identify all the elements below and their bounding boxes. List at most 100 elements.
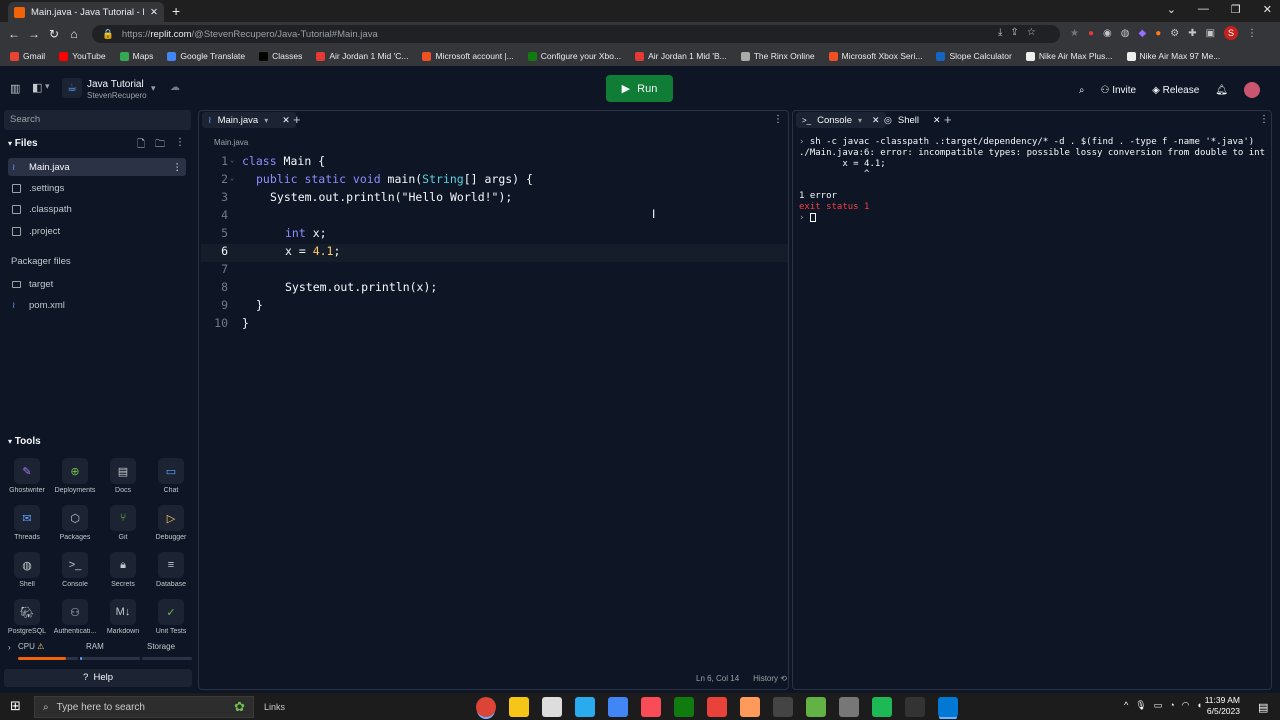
tab-chevron-icon[interactable]: ▾ [858,116,862,125]
shell-tab[interactable]: ◎ Shell ✕ [878,112,947,128]
store-icon[interactable] [542,697,562,717]
bookmark-item[interactable]: Nike Air Max 97 Me... [1126,51,1220,61]
tool-console[interactable]: >_ Console [52,552,98,588]
new-tab-button[interactable]: + [172,3,180,19]
taskbar-search-input[interactable]: ⌕ Type here to search ✿ [34,696,254,718]
pane-menu-icon[interactable]: ⋮ [773,114,783,125]
bookmark-item[interactable]: Google Translate [167,51,245,61]
bookmark-item[interactable]: Air Jordan 1 Mid 'B... [635,51,727,61]
console-prompt[interactable]: › [799,212,1265,224]
back-icon[interactable]: ← [4,27,24,41]
console-tab[interactable]: >_ Console ▾ ✕ [796,112,886,128]
xbox-icon[interactable] [674,697,694,717]
tool-git[interactable]: ⑂ Git [100,505,146,541]
reload-icon[interactable]: ↻ [44,27,64,41]
network-icon[interactable]: ◔ [1169,700,1174,711]
cursor-position[interactable]: Ln 6, Col 14 [696,674,739,683]
user-avatar[interactable] [1244,82,1260,98]
menu-dots-icon[interactable]: ⋮ [1247,28,1257,39]
app-dark-icon[interactable] [773,697,793,717]
new-folder-icon[interactable]: 🗀 [155,137,165,154]
close-tab-icon[interactable]: ✕ [150,7,158,18]
file-breadcrumb[interactable]: Main.java [214,138,248,147]
battery-icon[interactable]: ▭ [1154,700,1163,711]
windows-start-icon[interactable]: ⊞ [10,698,21,714]
profile-avatar[interactable]: S [1224,26,1239,40]
new-file-icon[interactable]: 🗋 [137,137,145,154]
fold-icon[interactable]: ⌄ [230,174,234,182]
bookmark-item[interactable]: Air Jordan 1 Mid 'C... [316,51,408,61]
tool-unit-tests[interactable]: ✓ Unit Tests [148,599,194,635]
extension-orange-icon[interactable]: ● [1155,28,1161,39]
tool-authentication[interactable]: ⚇ Authenticati... [52,599,98,635]
file-menu-icon[interactable]: ⋮ [173,162,183,173]
file-item[interactable]: .project [8,222,186,240]
maximize-icon[interactable]: ❐ [1231,3,1241,16]
app-orange-icon[interactable] [740,697,760,717]
tool-docs[interactable]: ▤ Docs [100,458,146,494]
release-button[interactable]: ◈ Release [1152,85,1199,96]
bell-icon[interactable]: 🔔︎ [1215,85,1228,96]
tool-shell[interactable]: ◍ Shell [4,552,50,588]
files-menu-icon[interactable]: ⋮ [175,137,185,154]
history-button[interactable]: History ⟲ [753,674,787,683]
extension-purple-icon[interactable]: ◆ [1138,28,1146,39]
minimize-icon[interactable]: — [1198,3,1209,16]
taskbar-clock[interactable]: 11:39 AM 6/5/2023 [1198,695,1240,717]
bookmark-item[interactable]: Nike Air Max Plus... [1025,51,1113,61]
mic-icon[interactable]: 🎙︎ [1135,700,1146,711]
file-item-main-java[interactable]: ≀ Main.java ⋮ [8,158,186,176]
tool-secrets[interactable]: 🔒︎ Secrets [100,552,146,588]
file-item[interactable]: .settings [8,179,186,197]
bookmark-item[interactable]: Classes [259,51,302,61]
browser-tab[interactable]: Main.java - Java Tutorial - Replit ✕ [8,2,164,22]
logo-menu-chevron-icon[interactable]: ▾ [45,81,50,92]
bookmark-item[interactable]: The Rinx Online [740,51,815,61]
tool-postgresql[interactable]: 🐘︎ PostgreSQL [4,599,50,635]
close-tab-icon[interactable]: ✕ [282,115,290,126]
project-chevron-icon[interactable]: ▾ [151,83,156,94]
packager-file-item[interactable]: target [8,275,186,293]
puzzle-icon[interactable]: ✚ [1188,28,1196,39]
links-toolbar[interactable]: Links [264,702,285,712]
file-search-input[interactable]: Search [4,110,191,130]
tool-database[interactable]: ≡ Database [148,552,194,588]
files-section-header[interactable]: ▾ Files [8,138,38,149]
tools-section-header[interactable]: ▾ Tools [8,436,41,447]
bookmark-item[interactable]: Microsoft Xbox Seri... [828,51,922,61]
invite-button[interactable]: ⚇ Invite [1100,85,1136,96]
tool-threads[interactable]: ✉ Threads [4,505,50,541]
bookmark-item[interactable]: YouTube [59,51,106,61]
extension-red-icon[interactable]: ● [1088,28,1094,39]
vscode-icon[interactable] [938,697,958,717]
tool-packages[interactable]: ⬡ Packages [52,505,98,541]
chrome-icon[interactable] [476,697,496,717]
tool-ghostwriter[interactable]: ✎ Ghostwriter [4,458,50,494]
file-item[interactable]: .classpath [8,201,186,219]
chevron-up-icon[interactable]: ^ [1124,700,1128,711]
editor-tab-main-java[interactable]: ≀ Main.java ▾ ✕ [202,112,296,128]
close-tab-icon[interactable]: ✕ [933,115,941,126]
add-tab-icon[interactable]: + [944,112,952,127]
star-icon[interactable]: ★ [1070,28,1079,39]
tab-search-icon[interactable]: ⌄ [1167,3,1176,16]
obs-icon[interactable] [905,697,925,717]
console-output[interactable]: › sh -c javac -classpath .:target/depend… [799,137,1265,223]
bookmark-item[interactable]: Microsoft account |... [422,51,514,61]
telegram-icon[interactable] [575,697,595,717]
add-tab-icon[interactable]: + [293,112,301,127]
omnibox[interactable]: 🔒 https://replit.com/@StevenRecupero/Jav… [92,25,1060,43]
bookmark-item[interactable]: Slope Calculator [936,51,1012,61]
replit-logo-icon[interactable]: ◧ [32,81,42,94]
tab-chevron-icon[interactable]: ▾ [264,116,268,125]
tool-debugger[interactable]: ▷ Debugger [148,505,194,541]
bookmark-item[interactable]: Maps [119,51,153,61]
bookmark-item[interactable]: Gmail [10,51,45,61]
bookmark-item[interactable]: Configure your Xbo... [527,51,621,61]
pane-menu-icon[interactable]: ⋮ [1259,114,1269,125]
chrome-alt-icon[interactable] [608,697,628,717]
bookmark-star-icon[interactable]: ☆ [1027,27,1036,38]
forward-icon[interactable]: → [24,27,44,41]
tool-chat[interactable]: ▭ Chat [148,458,194,494]
extension-pin-icon[interactable]: ⚙ [1170,28,1179,39]
